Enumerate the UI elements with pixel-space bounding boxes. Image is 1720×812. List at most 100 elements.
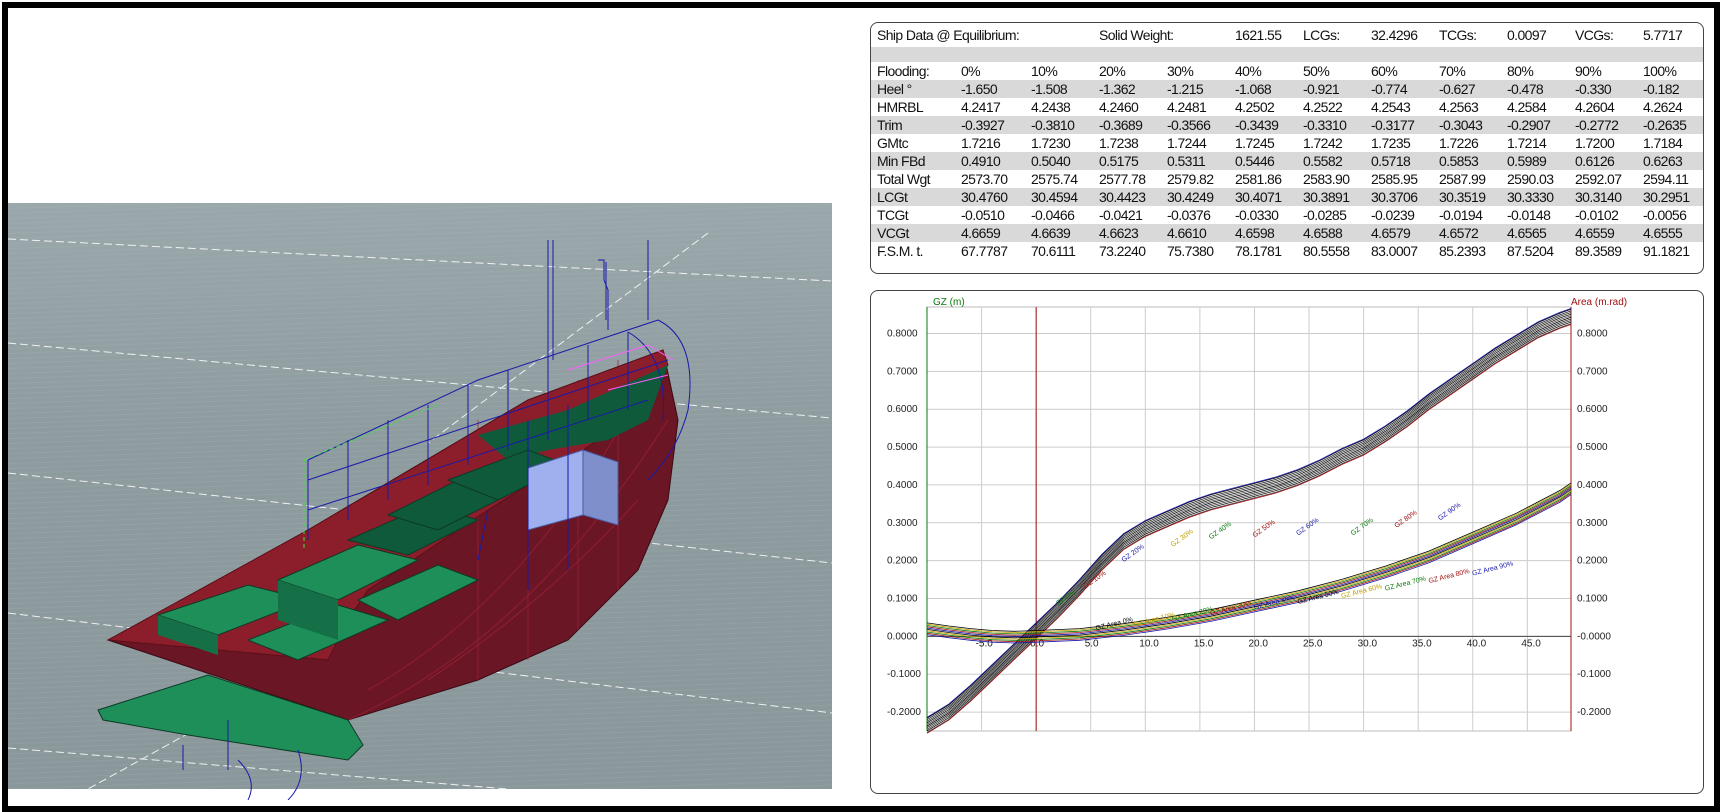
value-cell: 1.7226	[1439, 135, 1479, 151]
value-cell: 87.5204	[1507, 243, 1554, 259]
value-cell: -0.3043	[1433, 116, 1501, 134]
value-cell: -0.2772	[1569, 116, 1637, 134]
value-cell: 4.6565	[1501, 224, 1569, 242]
value-cell: 1.7235	[1371, 135, 1411, 151]
data-row: Trim -0.3927 -0.3810 -0.3689 -0.3566 -0.3439-…	[871, 116, 1703, 134]
value-cell: 1.7244	[1167, 135, 1207, 151]
value-cell: 4.6572	[1433, 224, 1501, 242]
data-row: Heel ° -1.650 -1.508 -1.362 -1.215 -1.068 -0.9…	[871, 80, 1703, 98]
value-cell: 83.0007	[1371, 243, 1418, 259]
area-series-label: GZ Area 70%	[1384, 576, 1426, 593]
y-tick-label: 0.6000	[887, 404, 918, 415]
solid-weight-label: Solid Weight:	[1099, 27, 1174, 43]
value-cell: 0.5040	[1025, 152, 1093, 170]
right-tick-label: 0.5000	[1577, 442, 1608, 453]
value-cell: 4.6623	[1093, 224, 1161, 242]
flooding-cell: 20%	[1099, 63, 1126, 79]
gz-series-line	[926, 323, 1572, 733]
value-cell: -0.0421	[1099, 207, 1143, 223]
data-row: F.S.M. t. 67.7787 70.6111 73.2240 75.7380 78.…	[871, 242, 1703, 260]
gz-series-label: GZ 90%	[1437, 502, 1462, 522]
value-cell: -0.0239	[1371, 207, 1415, 223]
value-cell: 0.5853	[1433, 152, 1501, 170]
x-tick-label: 25.0	[1303, 638, 1323, 649]
value-cell: 0.5175	[1093, 152, 1161, 170]
value-cell: 0.6263	[1637, 152, 1703, 170]
value-cell: -0.3810	[1025, 116, 1093, 134]
data-row: Total Wgt 2573.70 2575.74 2577.78 2579.82 258…	[871, 170, 1703, 188]
value-cell: 0.4910	[955, 152, 1025, 170]
y-tick-label: 0.3000	[887, 518, 918, 529]
y-tick-label: 0.8000	[887, 329, 918, 340]
x-tick-label: 45.0	[1521, 638, 1541, 649]
value-cell: 4.2584	[1507, 99, 1547, 115]
value-cell: 4.2522	[1303, 99, 1343, 115]
right-tick-label: 0.3000	[1577, 518, 1608, 529]
value-cell: -0.0466	[1031, 207, 1075, 223]
right-tick-label: 0.7000	[1577, 366, 1608, 377]
value-cell: -0.921	[1297, 80, 1365, 98]
value-cell: 2592.07	[1575, 171, 1622, 187]
value-cell: 0.5446	[1229, 152, 1297, 170]
x-tick-label: 30.0	[1358, 638, 1378, 649]
value-cell: 80.5558	[1303, 243, 1350, 259]
y-tick-label: 0.0000	[887, 631, 918, 642]
right-tick-label: 0.8000	[1577, 329, 1608, 340]
tcgs-label: TCGs:	[1439, 27, 1477, 43]
value-cell: 30.4249	[1161, 188, 1229, 206]
lcgs-value: 32.4296	[1371, 27, 1418, 43]
gz-series-line	[926, 320, 1572, 730]
value-cell: -0.0148	[1507, 207, 1551, 223]
value-cell: 2590.03	[1507, 171, 1554, 187]
value-cell: 30.3706	[1365, 188, 1433, 206]
row-label: HMRBL	[877, 99, 924, 115]
flooding-cell: 60%	[1371, 63, 1398, 79]
gz-series-line-red	[926, 324, 1572, 734]
value-cell: 30.3519	[1433, 188, 1501, 206]
right-tick-labels: 0.8000 0.7000 0.6000 0.5000 0.4000 0.3000 0.20…	[1577, 329, 1611, 719]
gz-series-label: GZ 60%	[1295, 517, 1320, 537]
value-cell: -0.0330	[1235, 207, 1279, 223]
row-label: Heel °	[871, 80, 955, 98]
value-cell: 70.6111	[1031, 243, 1076, 259]
area-series-line	[926, 489, 1572, 639]
value-cell: -1.215	[1161, 80, 1229, 98]
right-tick-label: 0.1000	[1577, 594, 1608, 605]
data-row: LCGt 30.4760 30.4594 30.4423 30.4249 30.4071 3…	[871, 188, 1703, 206]
right-tick-label: -0.2000	[1577, 707, 1611, 718]
right-tick-label: 0.6000	[1577, 404, 1608, 415]
value-cell: 4.2563	[1439, 99, 1479, 115]
area-series-line	[926, 490, 1572, 640]
value-cell: 75.7380	[1167, 243, 1214, 259]
lcgs-label: LCGs:	[1303, 27, 1340, 43]
value-cell: -0.627	[1433, 80, 1501, 98]
value-cell: 4.2438	[1031, 99, 1071, 115]
value-cell: -0.0056	[1643, 207, 1687, 223]
value-cell: -0.0285	[1303, 207, 1347, 223]
equilibrium-label: Ship Data @ Equilibrium:	[877, 27, 1020, 43]
value-cell: 2573.70	[961, 171, 1008, 187]
x-tick-label: 20.0	[1248, 638, 1268, 649]
value-cell: 30.3330	[1501, 188, 1569, 206]
data-row: GMtc 1.7216 1.7230 1.7238 1.7244 1.7245 1.7242…	[871, 134, 1703, 152]
area-series-line	[926, 494, 1572, 644]
value-cell: 0.5718	[1365, 152, 1433, 170]
gz-series-label: GZ 70%	[1350, 517, 1375, 537]
x-tick-label: 15.0	[1194, 638, 1214, 649]
value-cell: 4.6598	[1229, 224, 1297, 242]
y-tick-label: -0.1000	[887, 669, 921, 680]
flooding-row: Flooding: 0% 10% 20% 30% 40% 50% 60% 70%…	[871, 62, 1703, 80]
area-series-line	[926, 487, 1572, 637]
flooding-cell: 90%	[1575, 63, 1602, 79]
flooding-cell: 70%	[1439, 63, 1466, 79]
value-cell: 2594.11	[1643, 171, 1689, 187]
gz-series-label: GZ 80%	[1393, 509, 1418, 529]
right-tick-label: -0.0000	[1577, 631, 1611, 642]
series-group: GZ 0%GZ 10%GZ 20%GZ 30% GZ 40% GZ 50% GZ 60…	[926, 308, 1572, 734]
value-cell: -1.508	[1025, 80, 1093, 98]
value-cell: 30.4071	[1229, 188, 1297, 206]
flooding-cell: 10%	[1031, 63, 1058, 79]
value-cell: 30.4760	[955, 188, 1025, 206]
row-label: LCGt	[871, 188, 955, 206]
y-axis-label-right: Area (m.rad)	[1571, 297, 1627, 308]
